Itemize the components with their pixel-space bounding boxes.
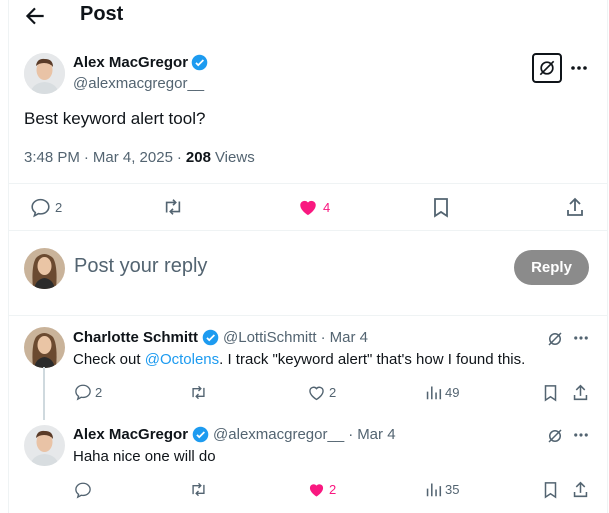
repost-action[interactable]: [189, 481, 208, 498]
bookmark-action[interactable]: [543, 481, 558, 499]
thread-line: [43, 367, 45, 420]
post-time[interactable]: 3:48 PM: [24, 149, 80, 166]
reply-action[interactable]: 2: [30, 197, 62, 218]
avatar-male-image: [24, 425, 65, 466]
share-icon: [573, 481, 588, 498]
repost-action[interactable]: [162, 197, 184, 217]
verified-icon: [191, 54, 208, 71]
reply-text: Check out @Octolens. I track "keyword al…: [73, 351, 526, 368]
more-button[interactable]: [572, 428, 590, 447]
grok-icon: [539, 60, 555, 76]
reply-date[interactable]: Mar 4: [357, 426, 395, 443]
back-arrow-icon: [25, 7, 44, 25]
like-count: 4: [323, 199, 331, 215]
bookmark-icon: [544, 482, 557, 499]
grok-icon: [548, 429, 562, 443]
post-date[interactable]: Mar 4, 2025: [93, 149, 173, 166]
heart-icon: [300, 200, 316, 216]
reply-author[interactable]: Charlotte Schmitt: [73, 329, 198, 346]
verified-icon: [202, 329, 219, 346]
heart-icon: [309, 386, 324, 401]
reply-icon: [31, 198, 50, 218]
more-icon: [574, 433, 588, 437]
author-name[interactable]: Alex MacGregor: [73, 54, 188, 71]
composer-avatar[interactable]: [24, 248, 65, 289]
views-label: Views: [214, 149, 255, 166]
reply-handle[interactable]: @LottiSchmitt: [223, 329, 317, 346]
post-text: Best keyword alert tool?: [24, 109, 206, 128]
bookmark-icon: [544, 385, 557, 402]
views-action[interactable]: 35: [425, 481, 459, 498]
like-count: 2: [329, 385, 337, 400]
views-icon: [426, 386, 442, 400]
author-handle[interactable]: @alexmacgregor__: [73, 75, 204, 92]
more-button[interactable]: [572, 331, 590, 350]
like-action[interactable]: 2: [307, 384, 336, 401]
bookmark-action[interactable]: [432, 197, 450, 218]
reply-button[interactable]: Reply: [514, 250, 589, 285]
mention-link[interactable]: @Octolens: [145, 351, 219, 368]
bookmark-action[interactable]: [543, 384, 558, 402]
reply-author[interactable]: Alex MacGregor: [73, 426, 188, 443]
grok-button[interactable]: [546, 427, 564, 450]
grok-button[interactable]: [546, 330, 564, 353]
grok-button[interactable]: [532, 53, 562, 83]
reply-icon: [75, 384, 91, 401]
avatar-female-image: [24, 248, 65, 289]
avatar-male-image: [24, 53, 65, 94]
share-action[interactable]: [572, 384, 589, 401]
like-count: 2: [329, 482, 337, 497]
more-icon: [574, 336, 588, 340]
views-icon: [426, 483, 442, 497]
share-icon: [573, 384, 588, 401]
repost-action[interactable]: [189, 384, 208, 401]
share-action[interactable]: [572, 481, 589, 498]
reply-input[interactable]: Post your reply: [74, 255, 207, 278]
share-icon: [567, 197, 583, 216]
post-author-row: Alex MacGregor: [73, 54, 208, 71]
more-button[interactable]: [569, 60, 589, 81]
like-action[interactable]: 2: [307, 481, 336, 498]
post-meta: 3:48 PM · Mar 4, 2025 · 208 Views: [24, 149, 255, 166]
more-icon: [571, 66, 587, 70]
grok-icon: [548, 332, 562, 346]
views-count: 208: [185, 149, 211, 166]
like-action[interactable]: 4: [297, 197, 330, 217]
views-count: 35: [445, 482, 460, 497]
heart-icon: [309, 484, 324, 497]
reply-header: Charlotte Schmitt @LottiSchmitt · Mar 4: [73, 329, 368, 346]
bookmark-icon: [434, 198, 448, 218]
page-title: Post: [80, 3, 124, 25]
reply-avatar[interactable]: [24, 425, 65, 466]
reply-icon: [75, 482, 91, 499]
back-button[interactable]: [22, 3, 48, 29]
repost-icon: [165, 199, 181, 215]
reply-count: 2: [95, 384, 103, 400]
reply-action[interactable]: 2: [74, 383, 102, 401]
divider: [9, 183, 607, 184]
divider: [9, 230, 607, 231]
avatar-female-image: [24, 327, 65, 368]
reply-date[interactable]: Mar 4: [330, 329, 368, 346]
repost-icon: [192, 385, 205, 400]
views-count: 49: [445, 385, 460, 400]
share-action[interactable]: [565, 197, 585, 217]
verified-icon: [192, 426, 209, 443]
views-action[interactable]: 49: [425, 384, 459, 401]
reply-text: Haha nice one will do: [73, 448, 216, 465]
reply-action[interactable]: [74, 481, 92, 499]
reply-handle[interactable]: @alexmacgregor__: [213, 426, 344, 443]
divider: [9, 315, 607, 316]
reply-count: 2: [55, 200, 63, 215]
avatar[interactable]: [24, 53, 65, 94]
reply-avatar[interactable]: [24, 327, 65, 368]
repost-icon: [192, 482, 205, 497]
reply-header: Alex MacGregor @alexmacgregor__ · Mar 4: [73, 426, 396, 443]
